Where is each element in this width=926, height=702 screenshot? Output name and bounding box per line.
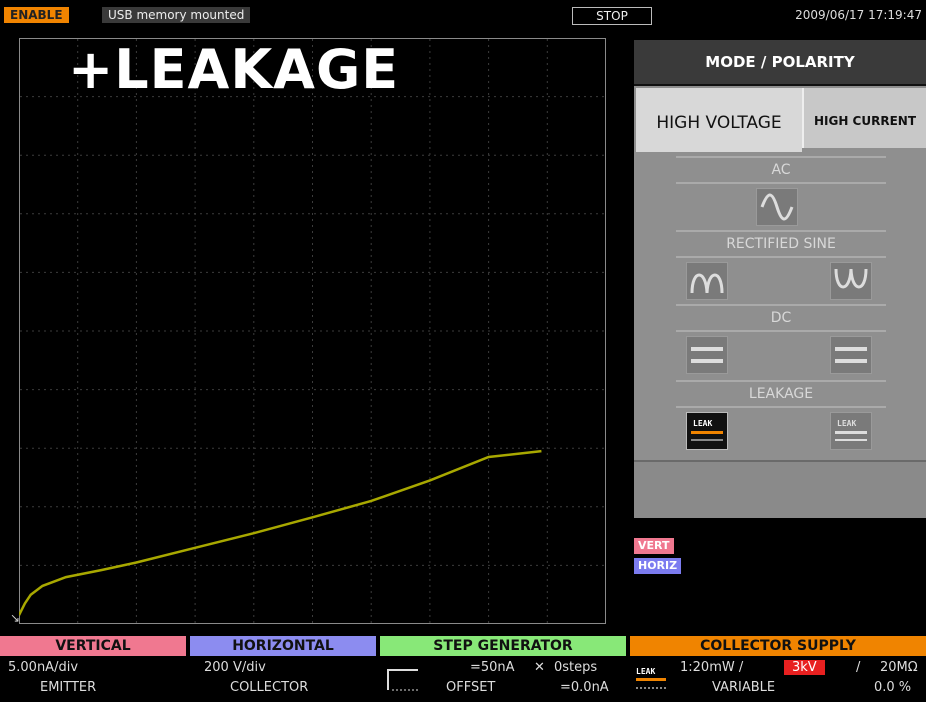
- tab-high-voltage[interactable]: HIGH VOLTAGE: [636, 88, 802, 152]
- tab-high-current[interactable]: HIGH CURRENT: [802, 88, 926, 148]
- leak-icon-text: LEAK: [837, 419, 856, 428]
- section-divider: [676, 380, 886, 382]
- collector-resistance: 20MΩ: [880, 660, 918, 675]
- horizontal-header[interactable]: HORIZONTAL: [190, 636, 376, 656]
- horizontal-readout[interactable]: 200 V/div COLLECTOR: [190, 656, 376, 702]
- collector-mode: VARIABLE: [712, 680, 776, 695]
- plot-title: +LEAKAGE: [68, 38, 400, 101]
- mode-rectified-negative-button[interactable]: [830, 262, 872, 300]
- step-waveform-icon: [387, 669, 418, 691]
- mode-rectified-positive-button[interactable]: [686, 262, 728, 300]
- vertical-scale: 5.00nA/div: [8, 660, 79, 675]
- section-label-ac: AC: [771, 162, 791, 178]
- plot-canvas: [19, 38, 606, 624]
- mode-ac-button[interactable]: [756, 188, 798, 226]
- mode-panel-footer: [634, 460, 926, 518]
- mode-dc-negative-button[interactable]: [830, 336, 872, 374]
- dc-negative-icon: [835, 347, 867, 363]
- section-divider: [676, 406, 886, 408]
- collector-icon-text: LEAK: [636, 667, 655, 676]
- datetime-readout: 2009/06/17 17:19:47: [795, 8, 922, 22]
- collector-supply-readout[interactable]: LEAK 1:20mW / 3kV / 20MΩ VARIABLE 0.0 %: [630, 656, 926, 702]
- section-divider: [676, 230, 886, 232]
- section-label-rectified-sine: RECTIFIED SINE: [726, 236, 836, 252]
- sine-wave-icon: [760, 193, 794, 221]
- vert-cursor-badge: VERT: [634, 538, 674, 554]
- step-generator-readout[interactable]: =50nA ✕ 0steps OFFSET =0.0nA: [380, 656, 626, 702]
- curve-plot[interactable]: [19, 38, 606, 624]
- horizontal-scale: 200 V/div: [204, 660, 266, 675]
- horizontal-terminal: COLLECTOR: [230, 680, 309, 695]
- mode-leakage-positive-button[interactable]: LEAK: [686, 412, 728, 450]
- section-label-dc: DC: [770, 310, 792, 326]
- origin-marker: ↘: [10, 611, 21, 625]
- dc-positive-icon: [691, 347, 723, 363]
- vertical-terminal: EMITTER: [40, 680, 97, 695]
- enable-indicator: ENABLE: [4, 7, 69, 23]
- vertical-readout[interactable]: 5.00nA/div EMITTER: [0, 656, 186, 702]
- step-amplitude: =50nA: [470, 660, 515, 675]
- mode-dc-positive-button[interactable]: [686, 336, 728, 374]
- leakage-positive-icon: LEAK: [691, 419, 723, 441]
- section-divider: [676, 256, 886, 258]
- leakage-mode-icon: LEAK: [636, 667, 666, 689]
- collector-power: 1:20mW /: [680, 660, 744, 675]
- rectified-sine-positive-icon: [690, 273, 724, 294]
- slash-separator: /: [856, 660, 861, 675]
- step-generator-header[interactable]: STEP GENERATOR: [380, 636, 626, 656]
- rectified-sine-negative-icon: [834, 268, 868, 289]
- leakage-negative-icon: LEAK: [835, 419, 867, 441]
- section-divider: [676, 156, 886, 158]
- offset-label: OFFSET: [446, 680, 496, 695]
- mode-polarity-header: MODE / POLARITY: [634, 40, 926, 86]
- status-message: USB memory mounted: [102, 7, 251, 23]
- mode-leakage-negative-button[interactable]: LEAK: [830, 412, 872, 450]
- top-status-bar: ENABLE USB memory mounted STOP 2009/06/1…: [0, 0, 926, 30]
- collector-voltage: 3kV: [784, 660, 825, 675]
- step-count: 0steps: [554, 660, 598, 675]
- collector-supply-header[interactable]: COLLECTOR SUPPLY: [630, 636, 926, 656]
- multiply-icon: ✕: [534, 660, 545, 675]
- plot-border: [19, 38, 606, 624]
- section-divider: [676, 182, 886, 184]
- vertical-header[interactable]: VERTICAL: [0, 636, 186, 656]
- collector-percent: 0.0 %: [874, 680, 912, 695]
- section-label-leakage: LEAKAGE: [748, 386, 814, 402]
- section-divider: [676, 330, 886, 332]
- horiz-cursor-badge: HORIZ: [634, 558, 682, 574]
- leak-icon-text: LEAK: [693, 419, 712, 428]
- section-divider: [676, 304, 886, 306]
- offset-value: =0.0nA: [560, 680, 609, 695]
- stop-button[interactable]: STOP: [572, 7, 652, 25]
